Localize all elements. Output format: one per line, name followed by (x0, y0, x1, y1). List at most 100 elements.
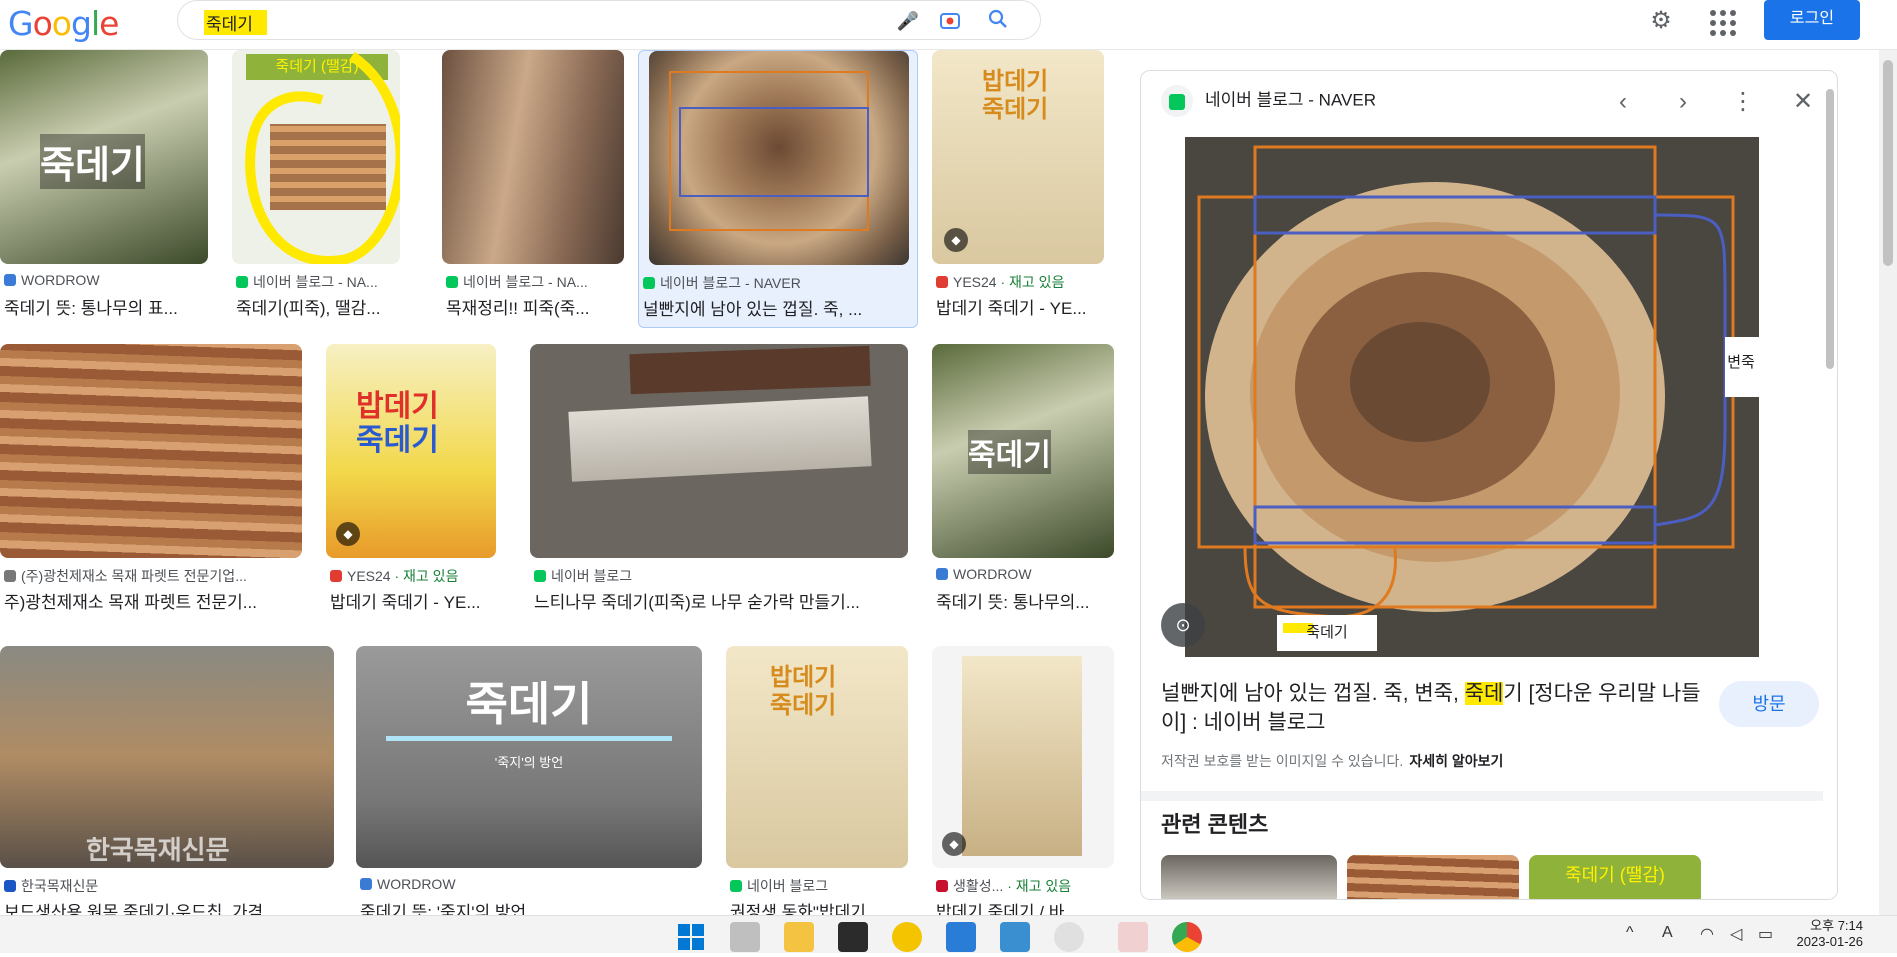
result-source: 네이버 블로그 - NA... (446, 272, 626, 292)
result-card[interactable]: 네이버 블로그 느티나무 죽데기(피죽)로 나무 숟가락 만들기... (530, 344, 910, 616)
result-title[interactable]: 목재정리!! 피죽(죽... (446, 294, 626, 319)
result-image[interactable]: 밥데기 죽데기 ◆ (932, 50, 1104, 264)
thumb-text: 밥데기 죽데기 (356, 390, 439, 457)
result-title[interactable]: 죽데기(피죽), 땔감... (236, 294, 426, 319)
image-preview-panel: 네이버 블로그 - NAVER ‹ › ⋮ ✕ 변죽 죽데기 ⊙ 널빤지에 남아… (1140, 70, 1838, 900)
label-side: 변죽 (1727, 354, 1755, 371)
wordrow-favicon (4, 274, 16, 286)
result-source: 네이버 블로그 (534, 566, 904, 586)
chevron-right-icon[interactable]: › (1663, 85, 1703, 119)
result-image[interactable]: 한국목재신문 (0, 646, 334, 868)
camera-lens-icon[interactable] (938, 9, 962, 33)
search-input[interactable]: 죽데기 (204, 10, 267, 35)
preview-title[interactable]: 널빤지에 남아 있는 껍질. 죽, 변죽, 죽데기 [정다운 우리말 나들이] … (1161, 679, 1721, 737)
file-explorer-icon[interactable] (784, 922, 814, 952)
result-card[interactable]: 밥데기 죽데기 ◆ YES24 · 재고 있음 밥데기 죽데기 - YE... (326, 344, 506, 616)
thumb-text: 죽데기 (968, 430, 1051, 474)
login-button[interactable]: 로그인 (1764, 0, 1860, 40)
result-title[interactable]: 보드생산용 원목 죽데기·우드칩, 가격 ... (4, 898, 334, 915)
result-card[interactable]: ◆ 생활성... · 재고 있음 밥데기 죽데기 / 바... (932, 646, 1118, 915)
related-thumb[interactable] (1347, 855, 1519, 899)
google-lens-icon[interactable]: ⊙ (1161, 603, 1205, 647)
naver-favicon (446, 276, 458, 288)
page-scrollbar[interactable] (1879, 50, 1897, 915)
result-card[interactable]: 죽데기 '죽지'의 방언 WORDROW 죽데기 뜻: '죽지'의 방언 (356, 646, 706, 915)
result-title[interactable]: 밥데기 죽데기 - YE... (936, 294, 1112, 319)
result-title[interactable]: 죽데기 뜻: 통나무의... (936, 588, 1116, 613)
result-image[interactable]: 죽데기 (땔감) (232, 50, 400, 264)
result-title[interactable]: 밥데기 죽데기 - YE... (330, 588, 506, 613)
result-card[interactable]: 죽데기 (땔감) 네이버 블로그 - NA... 죽데기(피죽), 땔감... (232, 50, 432, 322)
media-player-icon[interactable] (892, 922, 922, 952)
task-view-icon[interactable] (730, 922, 760, 952)
ime-icon[interactable]: A (1662, 924, 1673, 942)
related-thumb[interactable]: 죽데기 (땔감) (1529, 855, 1701, 899)
naver-favicon (236, 276, 248, 288)
gear-icon[interactable]: ⚙ (1646, 6, 1676, 36)
result-title[interactable]: 권정생 동화"밥데기 ... (730, 898, 910, 915)
newspaper-favicon (4, 880, 16, 892)
vscode-icon[interactable] (946, 922, 976, 952)
keyboard-app-icon[interactable] (1000, 922, 1030, 952)
result-title[interactable]: 밥데기 죽데기 / 바... (936, 898, 1116, 915)
result-image[interactable]: 밥데기 죽데기 (726, 646, 908, 868)
visit-button[interactable]: 방문 (1719, 681, 1819, 727)
more-vert-icon[interactable]: ⋮ (1723, 85, 1763, 119)
google-logo[interactable]: Google (8, 4, 119, 43)
thumb-text: 죽데기 (465, 678, 593, 730)
result-card[interactable]: 죽데기 WORDROW 죽데기 뜻: 통나무의... (932, 344, 1118, 616)
result-card[interactable]: 한국목재신문 한국목재신문 보드생산용 원목 죽데기·우드칩, 가격 ... (0, 646, 340, 915)
result-image[interactable]: ◆ (932, 646, 1114, 868)
result-title[interactable]: 죽데기 뜻: '죽지'의 방언 (360, 898, 700, 915)
result-card-selected[interactable]: 네이버 블로그 - NAVER 널빤지에 남아 있는 껍질. 죽, ... (638, 50, 918, 328)
chevron-left-icon[interactable]: ‹ (1603, 85, 1643, 119)
related-content-heading: 관련 콘텐츠 (1161, 812, 1269, 837)
result-image[interactable]: 밥데기 죽데기 ◆ (326, 344, 496, 558)
app-icon[interactable] (838, 922, 868, 952)
result-title[interactable]: 주)광천제재소 목재 파렛트 전문기... (4, 588, 300, 613)
result-source: YES24 · 재고 있음 (330, 566, 506, 586)
system-clock[interactable]: 오후 7:14 2023-01-26 (1797, 918, 1864, 950)
naver-favicon (643, 277, 655, 289)
windows-start-icon[interactable] (676, 922, 706, 952)
result-image[interactable]: 죽데기 (0, 50, 208, 264)
close-icon[interactable]: ✕ (1783, 85, 1823, 119)
result-title[interactable]: 죽데기 뜻: 통나무의 표... (4, 294, 204, 319)
result-source: 네이버 블로그 - NA... (236, 272, 426, 292)
taskbar: ^ A ◠ ◁ ▭ 오후 7:14 2023-01-26 (0, 915, 1897, 953)
volume-icon[interactable]: ◁ (1730, 924, 1742, 944)
search-box[interactable]: 죽데기 🎤 (177, 0, 1041, 40)
microphone-icon[interactable]: 🎤 (896, 9, 920, 33)
result-image[interactable] (530, 344, 908, 558)
snipping-tool-icon[interactable] (1118, 922, 1148, 952)
result-source: WORDROW (4, 272, 204, 288)
panel-scrollbar[interactable] (1823, 71, 1837, 899)
battery-icon[interactable]: ▭ (1758, 924, 1773, 944)
related-thumb[interactable] (1161, 855, 1337, 899)
search-icon[interactable] (986, 9, 1010, 33)
result-card[interactable]: 네이버 블로그 - NA... 목재정리!! 피죽(죽... (442, 50, 632, 322)
result-card[interactable]: 밥데기 죽데기 네이버 블로그 권정생 동화"밥데기 ... (726, 646, 912, 915)
yes24-favicon (330, 570, 342, 582)
clock-app-icon[interactable] (1054, 922, 1084, 952)
result-title[interactable]: 느티나무 죽데기(피죽)로 나무 숟가락 만들기... (534, 588, 904, 613)
result-title[interactable]: 널빤지에 남아 있는 껍질. 죽, ... (643, 295, 913, 320)
chrome-icon[interactable] (1172, 922, 1202, 952)
learn-more-link[interactable]: 자세히 알아보기 (1409, 753, 1503, 769)
result-card[interactable]: 밥데기 죽데기 ◆ YES24 · 재고 있음 밥데기 죽데기 - YE... (932, 50, 1112, 322)
result-image[interactable] (0, 344, 302, 558)
result-image[interactable]: 죽데기 (932, 344, 1114, 558)
globe-favicon (4, 570, 16, 582)
wifi-icon[interactable]: ◠ (1700, 924, 1714, 944)
chevron-up-icon[interactable]: ^ (1626, 924, 1634, 942)
result-card[interactable]: 죽데기 WORDROW 죽데기 뜻: 통나무의 표... (0, 50, 212, 322)
top-bar: Google 죽데기 🎤 ⚙ 로그인 (0, 0, 1897, 50)
result-image[interactable] (649, 51, 909, 265)
result-image[interactable] (442, 50, 624, 264)
result-card[interactable]: (주)광천제재소 목재 파렛트 전문기업... 주)광천제재소 목재 파렛트 전… (0, 344, 310, 616)
result-source: (주)광천제재소 목재 파렛트 전문기업... (4, 566, 300, 586)
panel-source[interactable]: 네이버 블로그 - NAVER (1205, 90, 1376, 109)
result-image[interactable]: 죽데기 '죽지'의 방언 (356, 646, 702, 868)
apps-grid-icon[interactable] (1706, 6, 1736, 36)
preview-image[interactable]: 변죽 죽데기 (1185, 137, 1759, 657)
